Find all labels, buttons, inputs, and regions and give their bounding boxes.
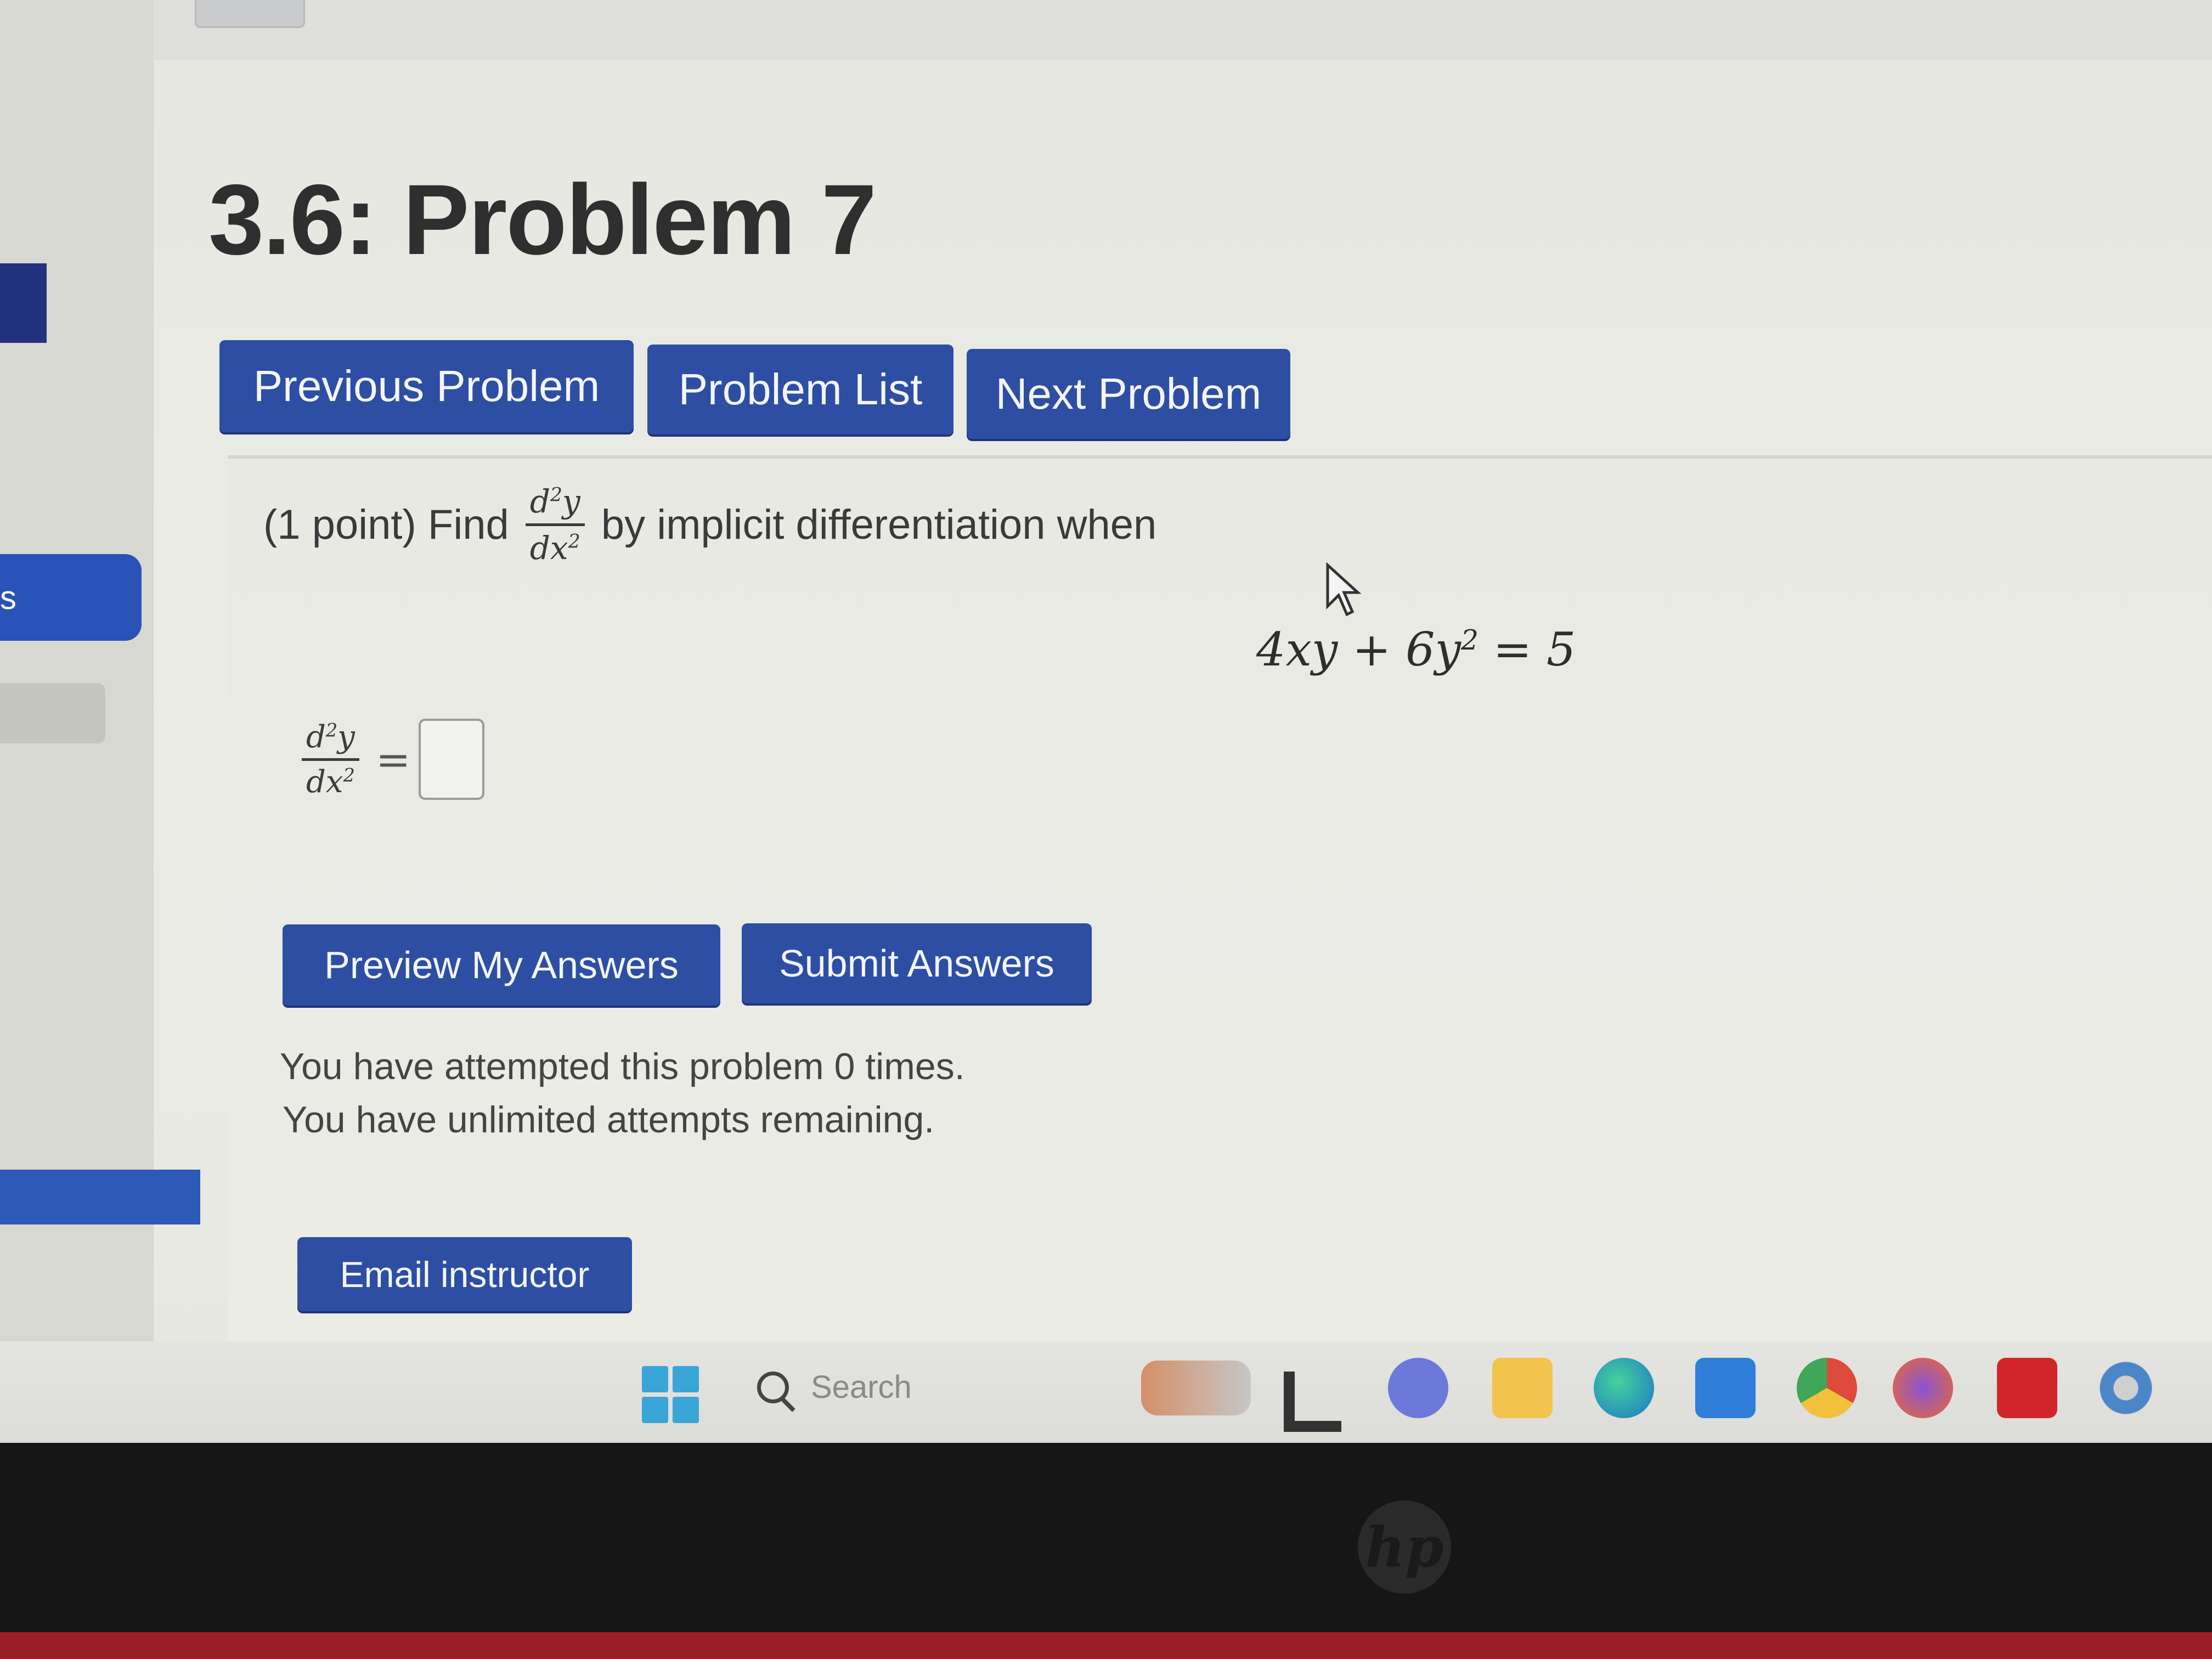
equation-exponent: 2 (1460, 624, 1479, 656)
problem-suffix: by implicit differentiation when (601, 501, 1157, 548)
problem-prefix: (1 point) Find (263, 501, 509, 548)
sidebar-block[interactable] (0, 263, 47, 343)
windows-start-icon[interactable] (642, 1366, 699, 1423)
attempts-remaining-text: You have unlimited attempts remaining. (283, 1099, 935, 1141)
edge-icon[interactable] (1594, 1358, 1654, 1418)
hp-logo-text: hp (1365, 1515, 1444, 1579)
acrobat-icon[interactable] (1997, 1358, 2057, 1418)
answer-fraction-label: d2y dx2 (302, 719, 359, 800)
sidebar-active-item[interactable]: s (0, 554, 142, 641)
answer-fraction-numerator: d (306, 719, 326, 755)
webwork-page: s 3.6: Problem 7 Previous Problem Proble… (0, 0, 2212, 1426)
answer-row: d2y dx2 = (285, 719, 484, 800)
fraction-denominator: dx (529, 529, 568, 567)
answer-input[interactable] (418, 719, 484, 800)
l-app-icon[interactable] (1284, 1372, 1341, 1432)
sidebar-bar[interactable] (0, 1170, 200, 1224)
settings-icon[interactable] (2096, 1358, 2156, 1418)
problem-statement: (1 point) Find d2y dx2 by implicit diffe… (263, 483, 1156, 567)
attempts-made-text: You have attempted this problem 0 times. (280, 1046, 965, 1087)
search-icon (757, 1371, 789, 1403)
email-instructor-button[interactable]: Email instructor (297, 1237, 632, 1311)
taskbar-search[interactable]: Search (757, 1369, 912, 1406)
teams-icon[interactable] (1388, 1358, 1448, 1418)
page-title: 3.6: Problem 7 (208, 163, 877, 275)
preview-answers-button[interactable]: Preview My Answers (283, 924, 720, 1006)
fraction-numerator: d (529, 483, 550, 520)
second-derivative-fraction: d2y dx2 (525, 483, 585, 567)
next-problem-button[interactable]: Next Problem (967, 349, 1290, 439)
sidebar-item-label: s (0, 579, 16, 616)
firefox-icon[interactable] (1893, 1358, 1953, 1418)
top-bar (0, 0, 2212, 60)
submit-answers-button[interactable]: Submit Answers (742, 923, 1092, 1003)
sidebar-item[interactable] (0, 683, 105, 743)
hp-logo: hp (1358, 1500, 1451, 1594)
taskbar (0, 1341, 2212, 1443)
laptop-bezel (0, 1443, 2212, 1659)
widgets-icon[interactable] (1141, 1361, 1251, 1415)
problem-list-button[interactable]: Problem List (647, 345, 953, 435)
chrome-icon[interactable] (1797, 1358, 1857, 1418)
fraction-denominator-exponent: 2 (568, 531, 580, 553)
answer-fraction-numerator-variable: y (337, 719, 355, 755)
answer-fraction-denominator: dx (306, 764, 343, 800)
laptop-base-edge (0, 1632, 2212, 1659)
equals-sign: = (375, 735, 411, 784)
previous-problem-button[interactable]: Previous Problem (219, 340, 634, 432)
fraction-numerator-exponent: 2 (550, 484, 563, 506)
fraction-numerator-variable: y (562, 483, 580, 520)
top-tab[interactable] (195, 0, 305, 28)
mouse-cursor-icon (1326, 562, 1362, 617)
store-icon[interactable] (1695, 1358, 1756, 1418)
implicit-equation: 4xy + 6y2 = 5 (1256, 623, 1576, 676)
taskbar-search-placeholder: Search (811, 1369, 912, 1405)
equation-right: = 5 (1479, 623, 1576, 676)
file-explorer-icon[interactable] (1492, 1358, 1553, 1418)
answer-fraction-denominator-exponent: 2 (343, 764, 355, 786)
equation-left: 4xy + 6y (1256, 623, 1461, 676)
answer-fraction-numerator-exponent: 2 (325, 719, 338, 741)
